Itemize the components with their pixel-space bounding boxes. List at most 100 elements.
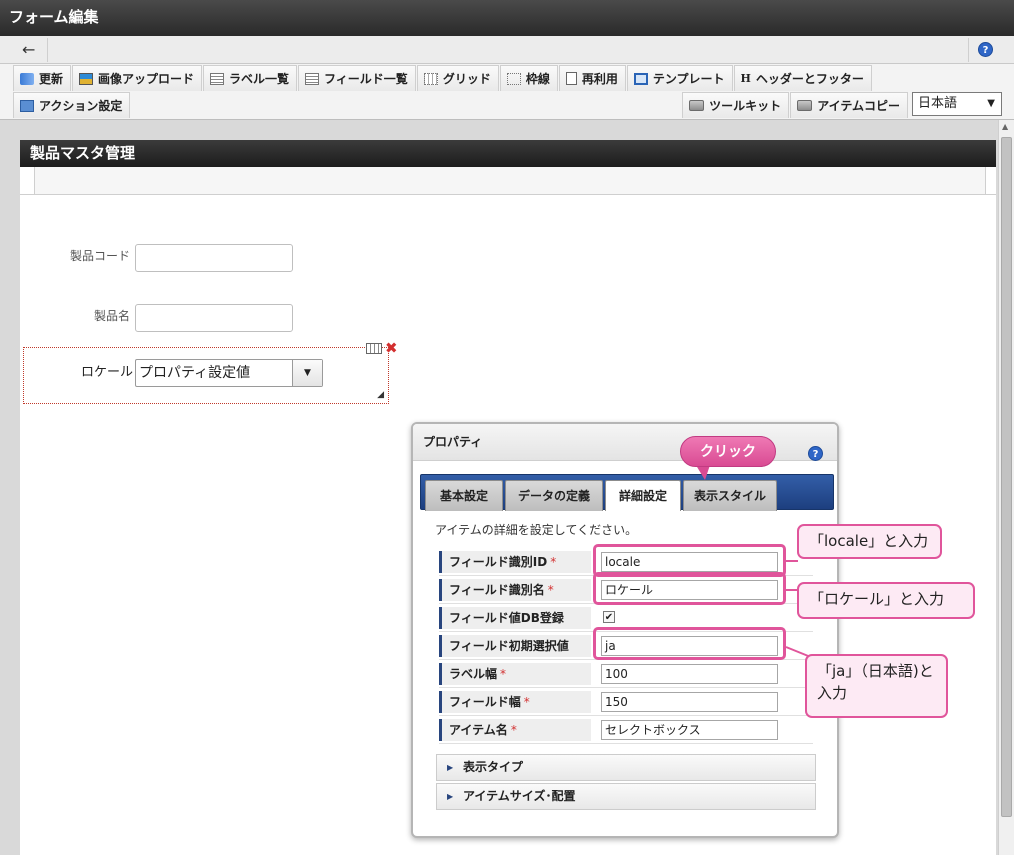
panel-description: アイテムの詳細を設定してください。 xyxy=(435,523,638,537)
display-type-label: 表示タイプ xyxy=(463,760,524,774)
field-name-label: フィールド識別名 * xyxy=(439,579,591,601)
callout-default-line2: 入力 xyxy=(817,684,848,702)
update-button[interactable]: 更新 xyxy=(13,65,72,91)
template-button[interactable]: テンプレート xyxy=(626,65,733,91)
vertical-scrollbar[interactable]: ▲ xyxy=(998,120,1014,855)
language-select[interactable]: 日本語 ▼ xyxy=(912,92,1002,116)
product-name-label: 製品名 xyxy=(93,309,130,323)
tab-basic-settings[interactable]: 基本設定 xyxy=(425,480,503,511)
item-size-label: アイテムサイズ･配置 xyxy=(463,789,576,803)
db-register-label-text: フィールド値DB登録 xyxy=(449,611,564,625)
item-copy-button[interactable]: アイテムコピー xyxy=(790,92,908,118)
template-icon xyxy=(633,72,648,85)
callout-default-value: 「ja」（日本語)と 入力 xyxy=(805,654,948,718)
list-icon xyxy=(210,72,225,85)
reuse-button[interactable]: 再利用 xyxy=(558,65,626,91)
tab-detail-settings[interactable]: 詳細設定 xyxy=(605,480,681,511)
frame-label: 枠線 xyxy=(525,72,550,86)
callout-field-name: 「ロケール」と入力 xyxy=(797,582,975,619)
field-width-label: フィールド幅 * xyxy=(439,691,591,713)
toolbox-icon xyxy=(797,100,813,111)
back-button[interactable]: ← xyxy=(12,38,48,62)
chevron-right-icon: ▶ xyxy=(447,763,454,772)
locale-select[interactable]: プロパティ設定値 ▼ xyxy=(135,359,323,387)
document-icon xyxy=(565,72,577,85)
highlight-default-value xyxy=(593,627,786,660)
header-area[interactable] xyxy=(34,167,986,194)
toolkit-button[interactable]: ツールキット xyxy=(682,92,790,118)
item-name-input[interactable]: セレクトボックス xyxy=(601,720,778,740)
image-upload-label: 画像アップロード xyxy=(98,72,195,86)
tab-display-style[interactable]: 表示スタイル xyxy=(683,480,777,511)
close-icon[interactable]: ✖ xyxy=(385,341,398,356)
header-footer-button[interactable]: H ヘッダーとフッター xyxy=(733,65,872,91)
chevron-right-icon: ▶ xyxy=(447,792,454,801)
grid-icon xyxy=(423,72,438,85)
label-width-label: ラベル幅 * xyxy=(439,663,591,685)
resize-handle-icon[interactable]: ◢ xyxy=(377,390,384,400)
product-code-input[interactable] xyxy=(135,244,293,272)
locale-select-value: プロパティ設定値 xyxy=(139,365,251,381)
db-register-label: フィールド値DB登録 xyxy=(439,607,591,629)
label-list-label: ラベル一覧 xyxy=(229,72,290,86)
item-copy-label: アイテムコピー xyxy=(817,99,900,113)
nav-bar: ← ? xyxy=(0,36,1014,64)
back-arrow-icon: ← xyxy=(22,40,36,59)
default-value-label: フィールド初期選択値 xyxy=(439,635,591,657)
toolbar-row-2: アクション設定 xyxy=(13,92,131,118)
field-id-label-text: フィールド識別ID xyxy=(449,555,548,569)
action-icon xyxy=(20,99,34,112)
refresh-icon xyxy=(20,72,34,85)
required-mark: * xyxy=(550,555,557,569)
panel-help-button[interactable]: ? xyxy=(808,435,823,471)
scrollbar-thumb[interactable] xyxy=(1001,137,1012,817)
db-register-checkbox[interactable]: ✔ xyxy=(603,611,615,623)
prop-row-field-width: フィールド幅 * 150 xyxy=(439,688,813,716)
help-button[interactable]: ? xyxy=(968,38,1002,62)
connector-id xyxy=(786,560,798,562)
click-bubble: クリック xyxy=(680,436,776,467)
callout-default-line1: 「ja」（日本語)と xyxy=(817,662,934,680)
product-code-label: 製品コード xyxy=(69,249,130,263)
image-upload-icon xyxy=(79,72,94,85)
prop-row-item-name: アイテム名 * セレクトボックス xyxy=(439,716,813,744)
header-footer-label: ヘッダーとフッター xyxy=(755,72,864,86)
required-mark: * xyxy=(547,583,554,597)
tab-data-definition[interactable]: データの定義 xyxy=(505,480,603,511)
label-width-input[interactable]: 100 xyxy=(601,664,778,684)
chevron-down-icon[interactable]: ▼ xyxy=(292,360,322,386)
label-width-label-text: ラベル幅 xyxy=(449,667,498,681)
form-header-band xyxy=(20,167,996,195)
accordion-item-size[interactable]: ▶ アイテムサイズ･配置 xyxy=(436,783,816,810)
highlight-field-name xyxy=(593,572,786,605)
item-name-label: アイテム名 * xyxy=(439,719,591,741)
header-footer-icon: H xyxy=(740,72,751,85)
item-tools: ✖ xyxy=(366,341,398,356)
toolbox-icon xyxy=(689,100,705,111)
image-upload-button[interactable]: 画像アップロード xyxy=(72,65,203,91)
language-value: 日本語 xyxy=(918,96,958,111)
callout-field-id: 「locale」と入力 xyxy=(797,524,942,559)
reuse-label: 再利用 xyxy=(581,72,618,86)
keyboard-icon[interactable] xyxy=(366,342,382,354)
locale-item[interactable]: ロケール プロパティ設定値 ▼ ◢ xyxy=(23,347,389,404)
scroll-up-icon[interactable]: ▲ xyxy=(1002,122,1008,131)
field-width-input[interactable]: 150 xyxy=(601,692,778,712)
toolbar-row-1: 更新 画像アップロード ラベル一覧 フィールド一覧 グリッド 枠線 再利用 テン… xyxy=(13,65,873,91)
list-icon xyxy=(305,72,320,85)
window-title: フォーム編集 xyxy=(0,0,1014,36)
grid-button[interactable]: グリッド xyxy=(416,65,499,91)
required-mark: * xyxy=(510,723,517,737)
accordion-display-type[interactable]: ▶ 表示タイプ xyxy=(436,754,816,781)
template-label: テンプレート xyxy=(652,72,725,86)
required-mark: * xyxy=(500,667,507,681)
product-name-input[interactable] xyxy=(135,304,293,332)
frame-button[interactable]: 枠線 xyxy=(499,65,558,91)
field-width-label-text: フィールド幅 xyxy=(449,695,521,709)
chevron-down-icon: ▼ xyxy=(987,98,995,109)
label-list-button[interactable]: ラベル一覧 xyxy=(203,65,298,91)
update-label: 更新 xyxy=(39,72,64,86)
field-name-label-text: フィールド識別名 xyxy=(449,583,545,597)
action-settings-button[interactable]: アクション設定 xyxy=(13,92,131,118)
field-list-button[interactable]: フィールド一覧 xyxy=(298,65,416,91)
